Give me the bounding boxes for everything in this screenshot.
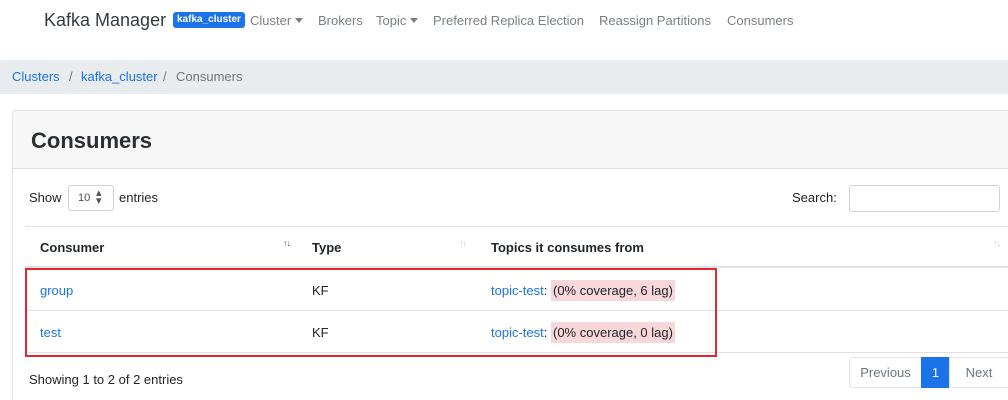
column-header-topics[interactable]: Topics it consumes from	[491, 240, 644, 255]
chevron-down-icon	[295, 18, 304, 23]
length-value: 10	[78, 192, 91, 204]
breadcrumb: Clusters / kafka_cluster / Consumers	[0, 60, 1008, 94]
card-header: Consumers	[13, 111, 1008, 169]
breadcrumb-consumers: Consumers	[176, 69, 243, 84]
nav-topic-label: Topic	[376, 13, 407, 28]
cluster-badge[interactable]: kafka_cluster	[173, 12, 245, 28]
breadcrumb-separator: /	[69, 69, 73, 84]
page-title: Consumers	[31, 128, 153, 153]
length-prefix: Show	[29, 190, 62, 205]
previous-button[interactable]: Previous	[849, 357, 922, 388]
nav-preferred-replica-election[interactable]: Preferred Replica Election	[433, 13, 584, 28]
nav-cluster-label: Cluster	[250, 13, 292, 28]
table-info: Showing 1 to 2 of 2 entries	[29, 372, 183, 387]
sort-icon[interactable]: ↑↓	[993, 238, 1001, 248]
column-header-type[interactable]: Type	[312, 240, 341, 255]
nav-brokers[interactable]: Brokers	[318, 13, 363, 28]
search-input[interactable]	[849, 185, 1000, 212]
nav-reassign-partitions[interactable]: Reassign Partitions	[599, 13, 711, 28]
breadcrumb-clusters[interactable]: Clusters	[12, 69, 60, 84]
breadcrumb-kafka-cluster[interactable]: kafka_cluster	[81, 69, 158, 84]
nav-topic-dropdown[interactable]: Topic	[376, 13, 419, 28]
brand-logo-text[interactable]: Kafka Manager	[44, 10, 166, 31]
nav-consumers[interactable]: Consumers	[727, 13, 793, 28]
next-button[interactable]: Next	[949, 357, 1008, 388]
search-label: Search:	[792, 190, 837, 205]
updown-arrows-icon: ▴ ▾	[96, 187, 102, 207]
breadcrumb-separator: /	[163, 69, 167, 84]
chevron-down-icon	[410, 18, 419, 23]
navbar: Kafka Manager kafka_cluster Cluster Brok…	[0, 0, 1008, 42]
entries-length-select[interactable]: 10 ▴ ▾	[68, 185, 114, 211]
length-suffix: entries	[119, 190, 159, 205]
page-1-button[interactable]: 1	[921, 357, 950, 388]
highlight-box	[25, 268, 717, 357]
nav-cluster-dropdown[interactable]: Cluster	[250, 13, 304, 28]
column-header-consumer[interactable]: Consumer	[40, 240, 104, 255]
table-header: Consumer ↑↓ Type ↑↓ Topics it consumes f…	[25, 226, 1008, 268]
sort-icon[interactable]: ↑↓	[459, 238, 467, 248]
sort-asc-icon[interactable]: ↑↓	[283, 238, 291, 248]
